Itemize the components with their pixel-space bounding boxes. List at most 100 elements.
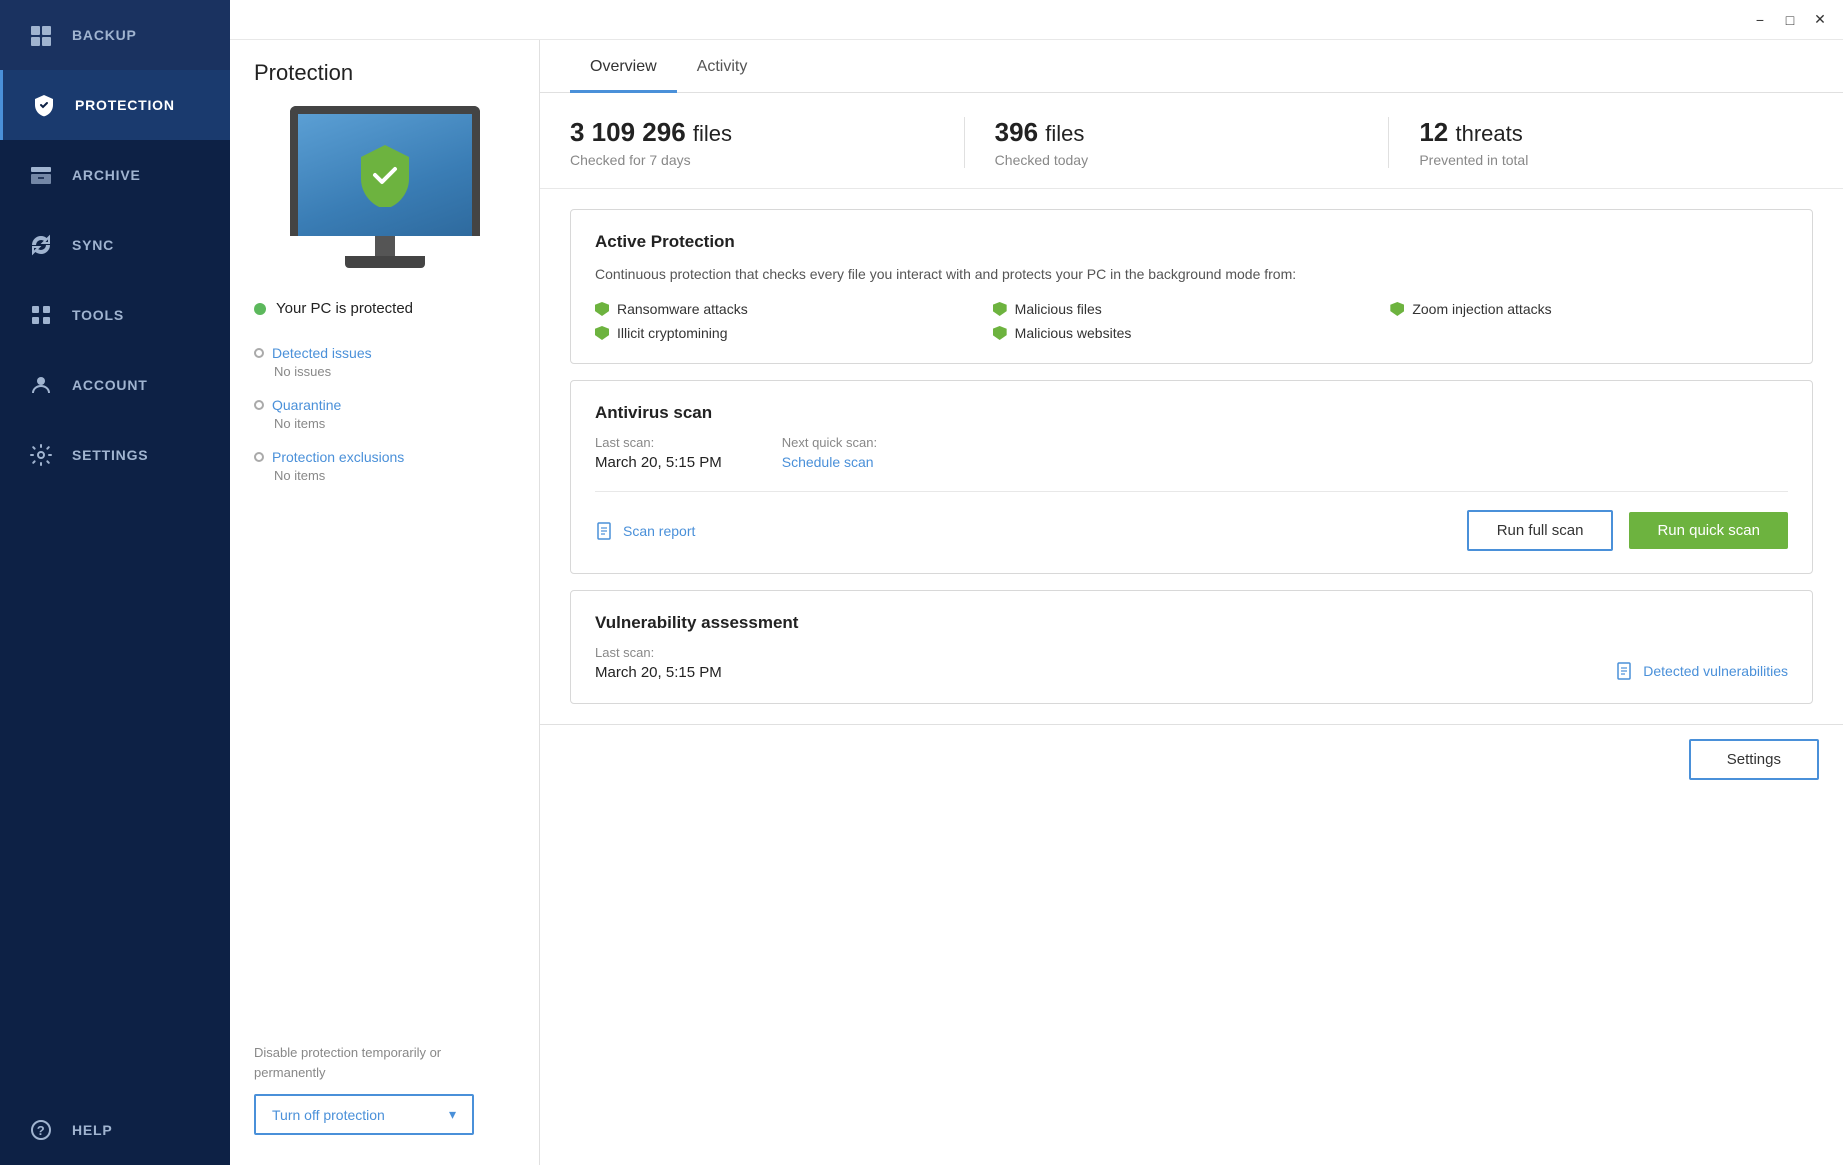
quarantine-link-item: Quarantine No items xyxy=(254,397,515,431)
malicious-files-icon xyxy=(993,302,1007,316)
sync-icon xyxy=(28,232,54,258)
run-full-scan-button[interactable]: Run full scan xyxy=(1467,510,1614,551)
scan-report-link[interactable]: Scan report xyxy=(595,521,1451,541)
disable-section: Disable protection temporarily or perman… xyxy=(254,1043,515,1135)
cryptomining-icon xyxy=(595,326,609,340)
monitor-screen xyxy=(290,106,480,236)
sidebar-item-sync[interactable]: SYNC xyxy=(0,210,230,280)
scan-report-label: Scan report xyxy=(623,523,695,539)
settings-button[interactable]: Settings xyxy=(1689,739,1819,780)
vuln-scan-info: Last scan: March 20, 5:15 PM xyxy=(595,645,722,681)
sidebar-item-tools[interactable]: TOOLS xyxy=(0,280,230,350)
protection-features: Ransomware attacks Malicious files Zoom … xyxy=(595,301,1788,341)
status-dot xyxy=(254,303,266,315)
sidebar-item-account[interactable]: ACCOUNT xyxy=(0,350,230,420)
vulnerability-title: Vulnerability assessment xyxy=(595,613,1788,633)
quarantine-link[interactable]: Quarantine xyxy=(254,397,515,413)
archive-icon xyxy=(28,162,54,188)
protection-exclusions-link[interactable]: Protection exclusions xyxy=(254,449,515,465)
title-bar-controls: − □ ✕ xyxy=(1751,11,1829,29)
sidebar-item-account-label: ACCOUNT xyxy=(72,377,148,393)
cards-area: Active Protection Continuous protection … xyxy=(540,189,1843,724)
monitor-graphic xyxy=(285,106,485,268)
content-split: Protection Your PC is protec xyxy=(230,40,1843,1165)
sidebar-item-help-label: HELP xyxy=(72,1122,113,1138)
protection-exclusions-link-item: Protection exclusions No items xyxy=(254,449,515,483)
maximize-button[interactable]: □ xyxy=(1781,11,1799,29)
vuln-last-scan-value: March 20, 5:15 PM xyxy=(595,664,722,681)
vulnerability-card: Vulnerability assessment Last scan: Marc… xyxy=(570,590,1813,704)
monitor-base xyxy=(345,256,425,268)
turn-off-label: Turn off protection xyxy=(272,1107,385,1123)
stat-threats-label: Prevented in total xyxy=(1419,152,1783,168)
stat-files-today-number: 396 files xyxy=(995,117,1359,148)
backup-icon xyxy=(28,22,54,48)
sidebar-item-backup[interactable]: BACKUP xyxy=(0,0,230,70)
feature-cryptomining: Illicit cryptomining xyxy=(595,325,993,341)
vulnerability-row: Last scan: March 20, 5:15 PM Detected vu… xyxy=(595,645,1788,681)
detected-vulnerabilities-label: Detected vulnerabilities xyxy=(1643,663,1788,679)
active-protection-title: Active Protection xyxy=(595,232,1788,252)
protection-exclusions-dot xyxy=(254,452,264,462)
status-text: Your PC is protected xyxy=(276,300,413,317)
title-bar: − □ ✕ xyxy=(230,0,1843,40)
sidebar-item-tools-label: TOOLS xyxy=(72,307,124,323)
tab-activity[interactable]: Activity xyxy=(677,40,768,93)
active-protection-description: Continuous protection that checks every … xyxy=(595,264,1788,285)
vuln-last-scan-label: Last scan: xyxy=(595,645,722,660)
sidebar-item-archive[interactable]: ARCHIVE xyxy=(0,140,230,210)
turn-off-protection-button[interactable]: Turn off protection ▾ xyxy=(254,1094,474,1135)
active-protection-card: Active Protection Continuous protection … xyxy=(570,209,1813,364)
feature-malicious-files: Malicious files xyxy=(993,301,1391,317)
stat-files-today: 396 files Checked today xyxy=(964,117,1389,168)
malicious-websites-icon xyxy=(993,326,1007,340)
stat-threats-number: 12 threats xyxy=(1419,117,1783,148)
sidebar-item-settings-label: SETTINGS xyxy=(72,447,148,463)
turn-off-chevron: ▾ xyxy=(449,1106,456,1123)
detected-vulnerabilities-link[interactable]: Detected vulnerabilities xyxy=(1615,661,1788,681)
help-icon: ? xyxy=(28,1117,54,1143)
last-scan-label: Last scan: xyxy=(595,435,722,450)
tabs-bar: Overview Activity xyxy=(540,40,1843,93)
right-panel: Overview Activity 3 109 296 files Checke… xyxy=(540,40,1843,1165)
feature-zoom-injection: Zoom injection attacks xyxy=(1390,301,1788,317)
ransomware-icon xyxy=(595,302,609,316)
main-area: − □ ✕ Protection xyxy=(230,0,1843,1165)
next-scan-label: Next quick scan: xyxy=(782,435,877,450)
scan-actions: Scan report Run full scan Run quick scan xyxy=(595,491,1788,551)
quarantine-sub: No items xyxy=(274,416,515,431)
bottom-bar: Settings xyxy=(540,724,1843,794)
vulnerabilities-icon xyxy=(1615,661,1635,681)
page-title: Protection xyxy=(254,60,515,86)
monitor-neck xyxy=(375,236,395,256)
close-button[interactable]: ✕ xyxy=(1811,11,1829,29)
sidebar: BACKUP PROTECTION ARCHIVE xyxy=(0,0,230,1165)
detected-issues-link[interactable]: Detected issues xyxy=(254,345,515,361)
protection-icon xyxy=(31,92,57,118)
sidebar-item-settings[interactable]: SETTINGS xyxy=(0,420,230,490)
zoom-injection-icon xyxy=(1390,302,1404,316)
svg-text:?: ? xyxy=(37,1123,45,1138)
quarantine-dot xyxy=(254,400,264,410)
schedule-scan-link[interactable]: Schedule scan xyxy=(782,454,877,470)
sidebar-item-protection[interactable]: PROTECTION xyxy=(0,70,230,140)
sidebar-item-help[interactable]: ? HELP xyxy=(0,1095,230,1165)
left-panel: Protection Your PC is protec xyxy=(230,40,540,1165)
protection-exclusions-sub: No items xyxy=(274,468,515,483)
sidebar-item-backup-label: BACKUP xyxy=(72,27,137,43)
settings-icon xyxy=(28,442,54,468)
stat-files-7days-label: Checked for 7 days xyxy=(570,152,934,168)
sidebar-links: Detected issues No issues Quarantine No … xyxy=(254,345,515,501)
tab-overview[interactable]: Overview xyxy=(570,40,677,93)
stats-row: 3 109 296 files Checked for 7 days 396 f… xyxy=(540,93,1843,189)
run-quick-scan-button[interactable]: Run quick scan xyxy=(1629,512,1788,549)
minimize-button[interactable]: − xyxy=(1751,11,1769,29)
status-indicator: Your PC is protected xyxy=(254,300,515,317)
sidebar-item-protection-label: PROTECTION xyxy=(75,97,175,113)
stat-files-7days-number: 3 109 296 files xyxy=(570,117,934,148)
disable-text: Disable protection temporarily or perman… xyxy=(254,1043,515,1082)
tools-icon xyxy=(28,302,54,328)
next-scan-block: Next quick scan: Schedule scan xyxy=(782,435,877,471)
detected-issues-link-item: Detected issues No issues xyxy=(254,345,515,379)
antivirus-scan-card: Antivirus scan Last scan: March 20, 5:15… xyxy=(570,380,1813,574)
